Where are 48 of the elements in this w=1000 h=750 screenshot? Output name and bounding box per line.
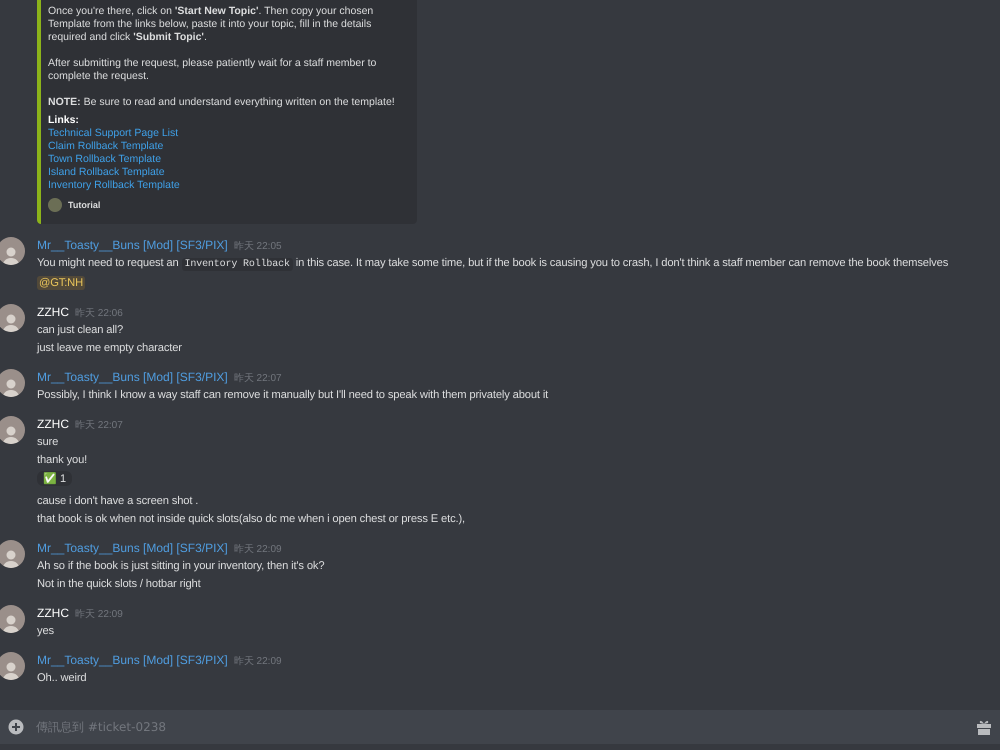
user-avatar[interactable] <box>0 237 25 265</box>
user-avatar[interactable] <box>0 652 25 680</box>
user-avatar[interactable] <box>0 369 25 397</box>
reaction-chip[interactable]: ✅ 1 <box>37 471 72 486</box>
message-text: Possibly, I think I know a way staff can remove it manually but I'll need to speak with them privately about it <box>37 388 548 403</box>
user-avatar[interactable] <box>0 416 25 444</box>
author-name[interactable]: ZZHC <box>37 606 69 620</box>
timestamp: 昨天 22:09 <box>75 608 123 621</box>
template-link[interactable]: Technical Support Page List <box>48 127 178 140</box>
message-text: Ah so if the book is just sitting in your inventory, then it's ok? <box>37 559 324 574</box>
message-text: cause i don't have a screen shot . <box>37 494 198 509</box>
author-name[interactable]: Mr__Toasty__Buns [Mod] [SF3/PIX] <box>37 370 228 384</box>
timestamp: 昨天 22:07 <box>75 419 123 432</box>
timestamp: 昨天 22:09 <box>234 543 282 556</box>
template-link[interactable]: Town Rollback Template <box>48 153 162 166</box>
author-name[interactable]: ZZHC <box>37 305 69 319</box>
user-mention[interactable]: @GT:NH <box>37 276 86 290</box>
message-text: sure <box>37 435 58 450</box>
footer-text: Tutorial <box>68 198 100 212</box>
message-text: thank you! <box>37 453 88 468</box>
timestamp: 昨天 22:06 <box>75 307 123 320</box>
user-avatar[interactable] <box>0 304 25 332</box>
message-text: You might need to request an Inventory Rollback in this case. It may take some time, but if the book is causing you to crash, I don't think a staff member can remove the book themselves <box>37 256 948 273</box>
timestamp: 昨天 22:07 <box>234 372 282 385</box>
timestamp: 昨天 22:05 <box>234 240 282 253</box>
author-name[interactable]: ZZHC <box>37 417 69 431</box>
embed-paragraph: NOTE: Be sure to read and understand everything written on the template! <box>48 96 396 109</box>
template-link[interactable]: Inventory Rollback Template <box>48 179 180 192</box>
author-name[interactable]: Mr__Toasty__Buns [Mod] [SF3/PIX] <box>37 541 228 555</box>
add-icon[interactable] <box>8 719 24 735</box>
message-text: Oh.. weird <box>37 671 86 686</box>
footer-avatar-icon <box>48 198 62 212</box>
links-heading: Links: <box>48 114 79 127</box>
message-text: that book is ok when not inside quick slots(also dc me when i open chest or press E etc.), <box>37 512 466 527</box>
user-avatar[interactable] <box>0 605 25 633</box>
gift-icon[interactable] <box>976 719 992 735</box>
embed-paragraph: After submitting the request, please patiently wait for a staff member to complete the request. <box>48 57 378 83</box>
message-text: just leave me empty character <box>37 341 182 356</box>
timestamp: 昨天 22:09 <box>234 655 282 668</box>
message-text: Not in the quick slots / hotbar right <box>37 577 201 592</box>
embed-paragraph: Once you're there, click on 'Start New Topic'. Then copy your chosen Template from the links below, paste it into your topic, fill in the details required and click 'Submit Topic'. <box>48 5 374 44</box>
message-text: can just clean all? <box>37 323 124 338</box>
author-name[interactable]: Mr__Toasty__Buns [Mod] [SF3/PIX] <box>37 653 228 667</box>
template-link[interactable]: Island Rollback Template <box>48 166 165 179</box>
user-avatar[interactable] <box>0 540 25 568</box>
author-name[interactable]: Mr__Toasty__Buns [Mod] [SF3/PIX] <box>37 238 228 252</box>
template-link[interactable]: Claim Rollback Template <box>48 140 164 153</box>
message-text: yes <box>37 624 54 639</box>
